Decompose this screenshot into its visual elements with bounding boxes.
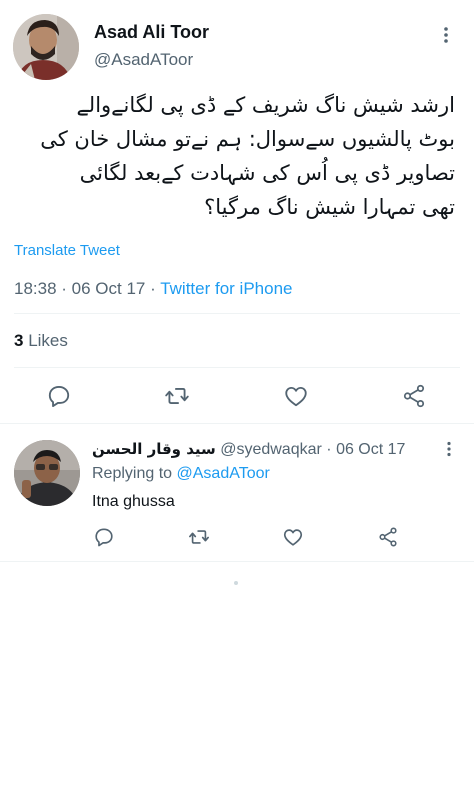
meta-separator: · xyxy=(326,441,337,458)
retweet-icon xyxy=(189,530,209,544)
share-button[interactable] xyxy=(401,383,427,409)
reply-author-avatar[interactable] xyxy=(14,440,80,506)
meta-separator: · xyxy=(150,279,161,298)
replying-to-label: Replying to xyxy=(92,465,173,482)
more-icon[interactable] xyxy=(446,441,452,457)
tweet-text-line: تصاویر ڈی پی اُس کی شہادت کےبعد لگائی xyxy=(79,161,455,185)
retweet-icon xyxy=(165,388,189,404)
replying-to-handle[interactable]: @AsadAToor xyxy=(177,465,270,482)
reply-text: Itna ghussa xyxy=(92,493,175,510)
likes-count[interactable]: 3 Likes xyxy=(14,331,68,351)
divider xyxy=(14,313,460,314)
like-icon xyxy=(285,386,307,407)
author-avatar[interactable] xyxy=(13,14,79,80)
share-icon xyxy=(379,527,397,547)
like-icon xyxy=(283,529,303,546)
replying-to: Replying to @AsadAToor xyxy=(92,465,270,483)
reply-reply-button[interactable] xyxy=(93,526,115,548)
tweet-meta: 18:38 · 06 Oct 17 · Twitter for iPhone xyxy=(14,279,292,299)
reply-header: سید وقار الحسن @syedwaqkar · 06 Oct 17 xyxy=(92,440,405,459)
likes-label: Likes xyxy=(28,331,68,350)
reply-icon xyxy=(48,385,70,407)
retweet-button[interactable] xyxy=(164,383,190,409)
tweet-source-link[interactable]: Twitter for iPhone xyxy=(160,279,292,298)
author-name[interactable]: Asad Ali Toor xyxy=(94,22,209,43)
like-button[interactable] xyxy=(283,383,309,409)
reply-date[interactable]: 06 Oct 17 xyxy=(336,441,405,458)
divider xyxy=(0,561,474,562)
reply-like-button[interactable] xyxy=(282,526,304,548)
divider xyxy=(14,367,460,368)
share-icon xyxy=(403,384,425,408)
reply-icon xyxy=(95,528,113,547)
reply-author-handle[interactable]: @syedwaqkar xyxy=(220,441,322,458)
reply-share-button[interactable] xyxy=(377,526,399,548)
more-icon[interactable] xyxy=(443,26,449,44)
reply-author-name[interactable]: سید وقار الحسن xyxy=(92,440,216,458)
author-handle[interactable]: @AsadAToor xyxy=(94,50,193,70)
loading-indicator xyxy=(234,581,238,585)
tweet-date[interactable]: 06 Oct 17 xyxy=(72,279,146,298)
reply-retweet-button[interactable] xyxy=(188,526,210,548)
translate-tweet-link[interactable]: Translate Tweet xyxy=(14,242,120,259)
tweet-text-line: ارشد شیش ناگ شریف کے ڈی پی لگانےوالے xyxy=(76,93,456,117)
tweet-text-line: تھی تمہارا شیش ناگ مرگیا؟ xyxy=(204,195,455,219)
tweet-text: ارشد شیش ناگ شریف کے ڈی پی لگانےوالے بوٹ… xyxy=(14,88,455,224)
reply-button[interactable] xyxy=(46,383,72,409)
tweet-time: 18:38 xyxy=(14,279,57,298)
meta-separator: · xyxy=(61,279,72,298)
divider xyxy=(0,423,474,424)
tweet-text-line: بوٹ پالشیوں سےسوال: ہم نےتو مشال خان کی xyxy=(40,127,455,151)
likes-number: 3 xyxy=(14,331,24,350)
